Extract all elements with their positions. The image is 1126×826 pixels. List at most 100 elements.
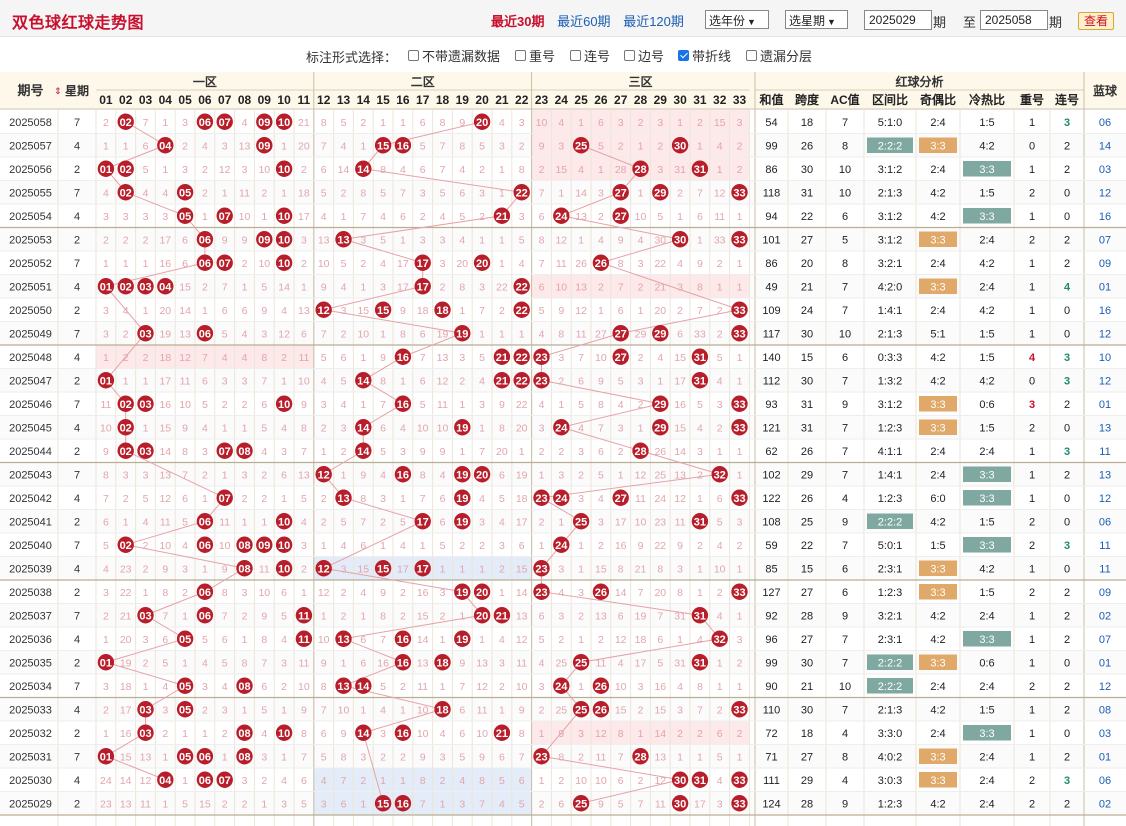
analysis-value: 5:1:0: [878, 117, 902, 129]
weekday: 7: [74, 610, 80, 622]
option-polyline[interactable]: 带折线: [678, 46, 731, 65]
red-ball-number: 33: [733, 493, 745, 505]
omission-count: 1: [360, 610, 366, 622]
omission-count: 3: [657, 117, 663, 129]
option-repeat[interactable]: 重号: [515, 46, 555, 65]
option-checkbox[interactable]: [408, 50, 419, 61]
option-checkbox[interactable]: [624, 50, 635, 61]
option-checkbox[interactable]: [746, 50, 757, 61]
weekday: 2: [74, 587, 80, 599]
analysis-value: 2: [1029, 798, 1035, 810]
omission-count: 2: [182, 587, 188, 599]
analysis-value: 3:1:2: [878, 164, 902, 176]
omission-count: 2: [479, 540, 485, 552]
omission-count: 11: [714, 211, 725, 223]
issue-number: 2025049: [9, 328, 52, 340]
red-ball-number: 07: [219, 117, 231, 129]
omission-count: 5: [519, 798, 525, 810]
weekday: 7: [74, 681, 80, 693]
omission-count: 5: [103, 540, 109, 552]
omission-count: 5: [143, 164, 149, 176]
option-checkbox[interactable]: [678, 50, 689, 61]
zone-header-1: 一区: [193, 75, 217, 89]
analysis-value: 0:6: [979, 657, 994, 669]
analysis-value: 9: [842, 798, 848, 810]
link-recent-60[interactable]: 最近60期: [557, 14, 610, 29]
omission-count: 1: [360, 798, 366, 810]
omission-count: 3: [440, 587, 446, 599]
link-recent-30[interactable]: 最近30期: [491, 14, 544, 29]
omission-count: 1: [697, 563, 703, 575]
omission-count: 1: [737, 563, 743, 575]
red-ball-number: 17: [417, 563, 429, 575]
omission-count: 6: [222, 634, 228, 646]
option-omission-layer[interactable]: 遗漏分层: [746, 46, 812, 65]
omission-count: 4: [677, 258, 683, 270]
link-recent-120[interactable]: 最近120期: [623, 14, 684, 29]
omission-count: 4: [479, 493, 485, 505]
option-checkbox[interactable]: [570, 50, 581, 61]
option-edge[interactable]: 边号: [624, 46, 664, 65]
analysis-value: 2: [1064, 587, 1070, 599]
omission-count: 1: [737, 469, 743, 481]
omission-count: 8: [400, 328, 406, 340]
analysis-value: 3:1:2: [878, 399, 902, 411]
omission-count: 5: [479, 352, 485, 364]
omission-count: 1: [638, 187, 644, 199]
omission-count: 21: [635, 563, 647, 575]
omission-count: 3: [578, 728, 584, 740]
number-header: 11: [298, 93, 311, 107]
analysis-value: 96: [765, 634, 777, 646]
omission-count: 2: [301, 164, 307, 176]
red-ball-number: 09: [258, 140, 270, 152]
omission-count: 4: [440, 211, 446, 223]
red-ball-number: 31: [694, 657, 706, 669]
omission-count: 5: [380, 234, 386, 246]
red-ball-number: 17: [417, 516, 429, 528]
analysis-value: 7: [842, 305, 848, 317]
omission-count: 3: [440, 258, 446, 270]
omission-count: 4: [598, 493, 604, 505]
omission-count: 6: [697, 211, 703, 223]
omission-count: 9: [222, 234, 228, 246]
year-select[interactable]: 选年份 ▼: [705, 10, 769, 29]
analysis-value: 2:3:1: [878, 634, 902, 646]
omission-count: 2: [242, 610, 248, 622]
option-consecutive[interactable]: 连号: [570, 46, 610, 65]
omission-count: 2: [440, 281, 446, 293]
omission-count: 9: [380, 352, 386, 364]
omission-count: 1: [400, 493, 406, 505]
omission-count: 7: [697, 187, 703, 199]
red-ball-number: 33: [733, 305, 745, 317]
omission-count: 2: [499, 305, 505, 317]
blue-ball: 12: [1099, 681, 1111, 693]
omission-count: 1: [143, 258, 149, 270]
omission-count: 1: [459, 563, 465, 575]
omission-count: 7: [261, 375, 267, 387]
omission-count: 5: [539, 634, 545, 646]
from-issue-input[interactable]: [864, 10, 932, 30]
omission-count: 10: [417, 704, 429, 716]
omission-count: 1: [638, 140, 644, 152]
omission-count: 5: [341, 516, 347, 528]
omission-count: 4: [321, 211, 327, 223]
to-issue-input[interactable]: [980, 10, 1048, 30]
week-select[interactable]: 选星期 ▼: [785, 10, 848, 29]
omission-count: 4: [717, 610, 723, 622]
option-checkbox[interactable]: [515, 50, 526, 61]
red-ball-number: 10: [278, 728, 290, 740]
analysis-item-header: 奇偶比: [920, 92, 956, 107]
omission-count: 2: [341, 187, 347, 199]
omission-count: 5: [202, 399, 208, 411]
omission-count: 4: [499, 634, 505, 646]
omission-count: 6: [341, 798, 347, 810]
red-ball-number: 08: [238, 540, 250, 552]
option-no-omission[interactable]: 不带遗漏数据: [408, 46, 500, 65]
number-header: 33: [733, 93, 747, 107]
omission-count: 1: [519, 328, 525, 340]
analysis-value: 2:4: [979, 681, 994, 693]
analysis-value: 2: [1064, 469, 1070, 481]
omission-count: 11: [556, 258, 567, 270]
omission-count: 4: [301, 516, 307, 528]
query-button[interactable]: 查看: [1078, 12, 1114, 30]
